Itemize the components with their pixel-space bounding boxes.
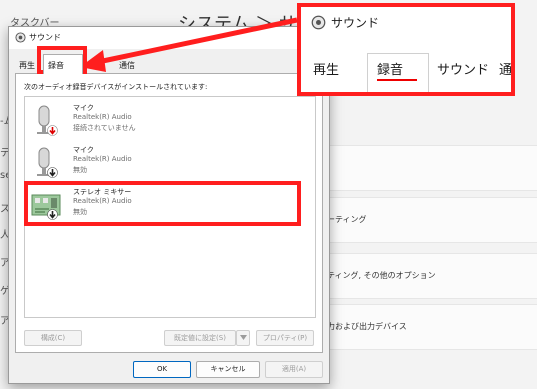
tab-playback[interactable]: 再生 (15, 57, 39, 74)
callout-active-underline (377, 79, 417, 81)
callout-tab-sounds: サウンド (437, 63, 490, 78)
tab-recording[interactable]: 録音 (43, 54, 83, 74)
chevron-down-icon (239, 335, 247, 340)
device-status: 無効 (73, 166, 87, 174)
disabled-badge-icon (47, 167, 58, 178)
device-name: マイク (73, 146, 94, 154)
configure-button[interactable]: 構成(C) (24, 330, 82, 346)
apply-button[interactable]: 適用(A) (265, 361, 323, 378)
bg-settings-row-label: ーティング (327, 215, 367, 224)
instruction-text: 次のオーディオ録音デバイスがインストールされています: (24, 83, 208, 91)
bg-settings-row-label: 力および出力デバイス (327, 322, 407, 331)
bg-settings-row-label: ティング, その他のオプション (327, 271, 436, 280)
set-default-dropdown-button[interactable] (236, 330, 250, 346)
zoom-callout: サウンド 再生 録音 サウンド 通 (297, 3, 515, 96)
bg-settings-row[interactable]: ティング, その他のオプション (318, 253, 537, 299)
device-driver: Realtek(R) Audio (73, 155, 132, 163)
device-status: 接続されていません (73, 124, 136, 132)
speaker-icon (311, 15, 326, 30)
bg-settings-row[interactable]: 力および出力デバイス (318, 304, 537, 350)
device-item[interactable]: マイク Realtek(R) Audio 無効 (25, 143, 315, 183)
dialog-title: サウンド (29, 33, 61, 42)
speaker-icon (15, 32, 26, 43)
properties-button[interactable]: プロパティ(P) (256, 330, 314, 346)
device-driver: Realtek(R) Audio (73, 113, 132, 121)
bg-settings-row[interactable]: ーティング (318, 197, 537, 243)
device-name: マイク (73, 104, 94, 112)
disconnected-badge-icon (47, 125, 58, 136)
callout-tab-communications: 通 (499, 63, 513, 78)
bg-settings-row[interactable] (318, 145, 537, 191)
cancel-button[interactable]: キャンセル (196, 361, 260, 378)
device-item[interactable]: マイク Realtek(R) Audio 接続されていません (25, 101, 315, 141)
ok-button[interactable]: OK (133, 361, 191, 378)
callout-tab-recording: 録音 (377, 63, 404, 78)
tab-communications[interactable]: 通信 (115, 57, 139, 74)
set-default-button[interactable]: 既定値に設定(S) (164, 330, 236, 346)
stereo-mixer-highlight (24, 181, 301, 226)
callout-tab-playback: 再生 (313, 63, 340, 78)
callout-title: サウンド (331, 16, 380, 30)
callout-tab-baseline (301, 92, 511, 93)
